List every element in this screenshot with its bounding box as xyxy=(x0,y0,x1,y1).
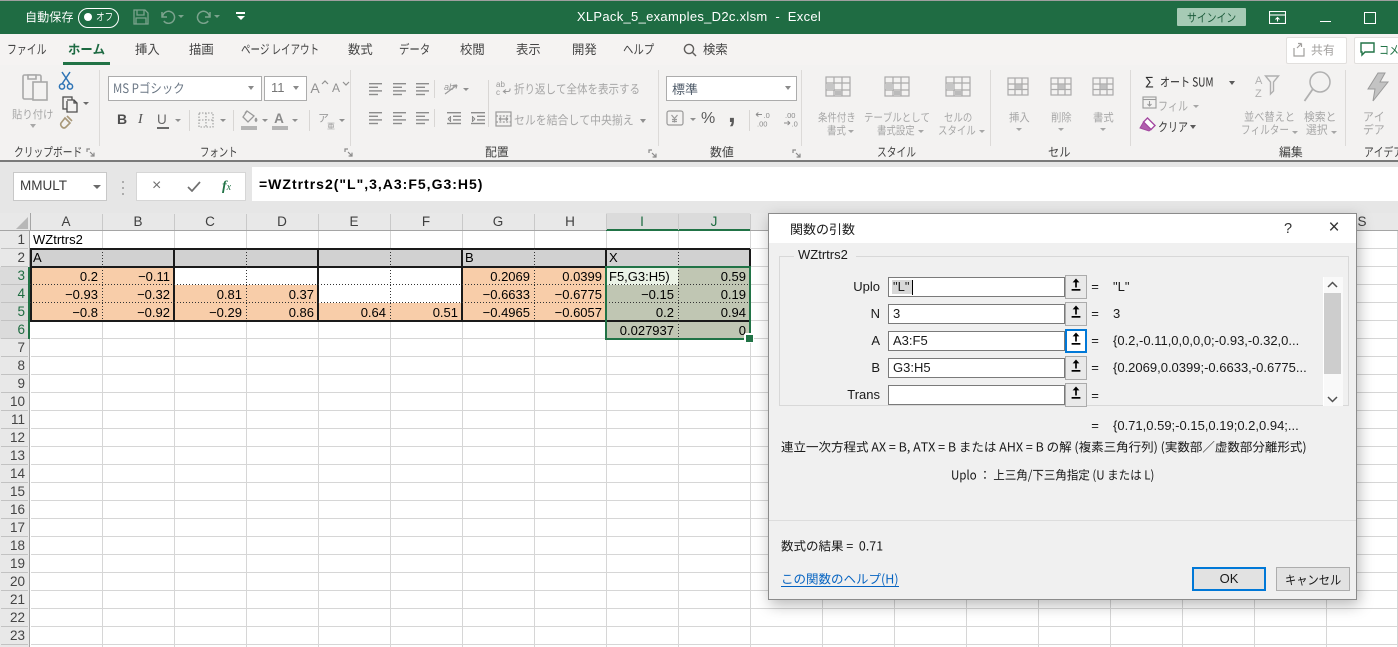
svg-text:.0: .0 xyxy=(792,120,798,128)
svg-text:.00: .00 xyxy=(757,120,767,128)
svg-text:A: A xyxy=(1255,75,1263,87)
svg-text:ab: ab xyxy=(444,82,454,92)
svg-text:c: c xyxy=(496,88,500,96)
svg-text:Z: Z xyxy=(1255,88,1262,98)
